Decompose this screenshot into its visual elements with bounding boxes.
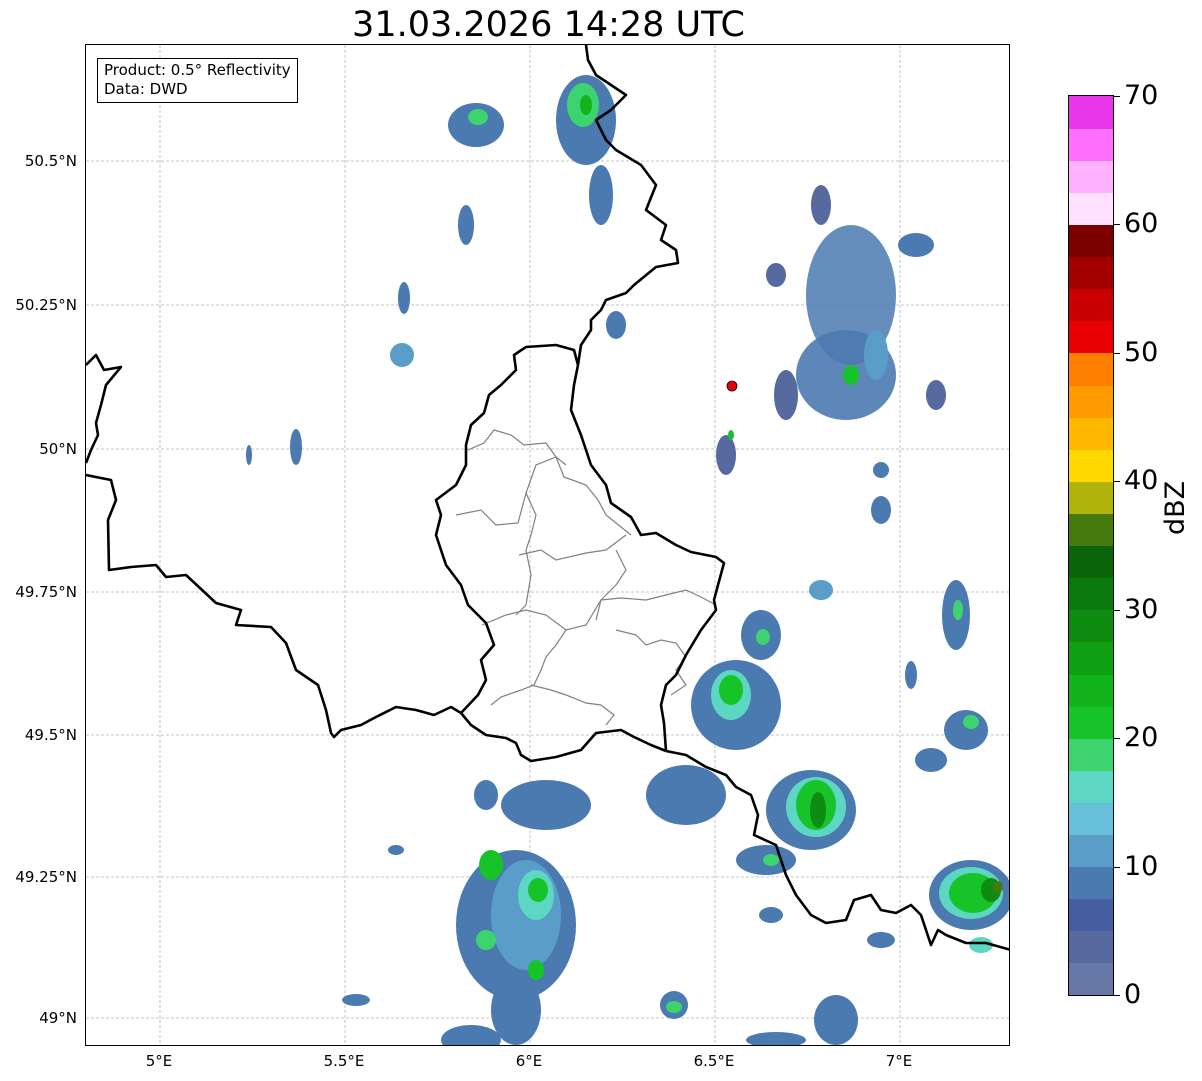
echo-cluster-north (246, 75, 736, 475)
colorbar-label: 0 (1124, 979, 1142, 1010)
lon-label: 6.5°E (693, 1052, 735, 1070)
colorbar-segment (1069, 320, 1113, 354)
colorbar-segment (1069, 738, 1113, 771)
colorbar-tick (1114, 353, 1120, 354)
colorbar-segment (1069, 96, 1113, 129)
colorbar-segment (1069, 481, 1113, 514)
lat-label: 49.75°N (15, 583, 77, 601)
lon-label: 7°E (885, 1052, 913, 1070)
colorbar-segment (1069, 962, 1113, 995)
lat-label: 49°N (39, 1009, 77, 1027)
colorbar-segment (1069, 930, 1113, 964)
colorbar-segment (1069, 609, 1113, 643)
lat-label: 50.5°N (24, 152, 77, 170)
colorbar-segment (1069, 128, 1113, 161)
map-title: 31.03.2026 14:28 UTC (352, 5, 745, 45)
colorbar-tick (1114, 738, 1120, 739)
colorbar-segment (1069, 513, 1113, 547)
colorbar-segment (1069, 545, 1113, 579)
echo-cluster-south-east (646, 765, 1009, 953)
lat-label: 49.5°N (24, 726, 77, 744)
lat-label: 50°N (39, 440, 77, 458)
colorbar-segment (1069, 577, 1113, 611)
colorbar-label: 10 (1124, 851, 1159, 882)
lat-label: 49.25°N (15, 868, 77, 886)
colorbar-tick (1114, 224, 1120, 225)
data-source-label: Data: DWD (104, 80, 188, 98)
colorbar-segment (1069, 256, 1113, 290)
info-box: Product: 0.5° Reflectivity Data: DWD (97, 58, 298, 103)
colorbar-segment (1069, 834, 1113, 868)
colorbar-segment (1069, 417, 1113, 450)
colorbar-segment (1069, 449, 1113, 482)
colorbar-segment (1069, 898, 1113, 932)
colorbar-segment (1069, 706, 1113, 739)
colorbar-tick (1114, 995, 1120, 996)
colorbar-segment (1069, 352, 1113, 386)
colorbar-tick (1114, 481, 1120, 482)
colorbar-label: 50 (1124, 337, 1159, 368)
echo-cluster-north-east (766, 185, 946, 420)
colorbar-segment (1069, 288, 1113, 322)
radar-map[interactable] (85, 44, 1010, 1046)
colorbar-label: 70 (1124, 80, 1159, 111)
colorbar-unit: dBZ (1160, 480, 1191, 535)
lon-label: 5°E (145, 1052, 173, 1070)
region-borders (455, 429, 717, 726)
colorbar-segment (1069, 384, 1113, 418)
colorbar-tick (1114, 96, 1120, 97)
colorbar-tick (1114, 610, 1120, 611)
colorbar-segment (1069, 866, 1113, 900)
colorbar-label: 30 (1124, 594, 1159, 625)
lat-label: 50.25°N (15, 296, 77, 314)
product-label: Product: 0.5° Reflectivity (104, 61, 291, 79)
reflectivity-echoes (246, 75, 1009, 1045)
colorbar-label: 60 (1124, 208, 1159, 239)
radar-site-marker (726, 380, 738, 392)
colorbar-segment (1069, 770, 1113, 803)
lon-label: 6°E (515, 1052, 543, 1070)
lon-label: 5.5°E (323, 1052, 365, 1070)
colorbar-segment (1069, 192, 1113, 226)
echo-cluster-middle (691, 462, 988, 772)
colorbar-tick (1114, 867, 1120, 868)
map-canvas (86, 45, 1009, 1045)
colorbar-segment (1069, 160, 1113, 193)
colorbar-segment (1069, 224, 1113, 258)
colorbar-segment (1069, 802, 1113, 836)
colorbar (1068, 95, 1114, 996)
colorbar-label: 20 (1124, 722, 1159, 753)
colorbar-segment (1069, 641, 1113, 675)
colorbar-segment (1069, 673, 1113, 707)
colorbar-label: 40 (1124, 465, 1159, 496)
